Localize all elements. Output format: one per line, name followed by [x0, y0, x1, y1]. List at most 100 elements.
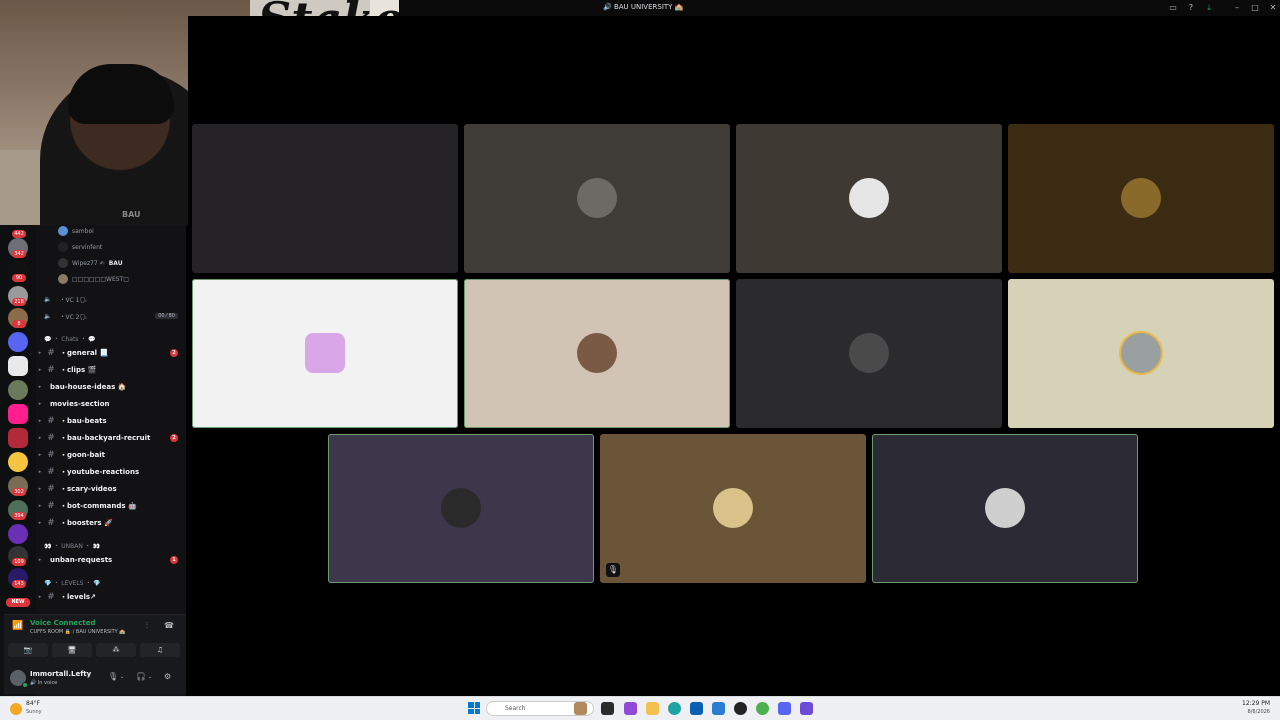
voice-channel[interactable]: 🔈 ・VC 2🗣 00 ⁄ 80 — [44, 310, 184, 322]
hash-icon: # — [47, 365, 55, 375]
chevron-right-icon: ▸ — [38, 452, 42, 458]
participant-tile[interactable] — [328, 434, 594, 583]
hash-icon: # — [47, 450, 55, 460]
clock-date[interactable]: 8/6/2026 — [1248, 709, 1270, 715]
discord-icon[interactable] — [778, 702, 791, 715]
microphone-icon[interactable]: 🎙 — [108, 672, 118, 681]
server-icon[interactable] — [8, 404, 28, 424]
chevron-down-icon[interactable]: ⌄ — [148, 674, 152, 680]
participant-tile[interactable] — [1008, 279, 1274, 428]
channel-label: ・youtube-reactions — [60, 468, 140, 476]
activities-button[interactable]: ⁂ — [96, 643, 136, 657]
start-button[interactable] — [468, 702, 480, 714]
voice-status[interactable]: Voice Connected — [30, 619, 96, 627]
participant-tile[interactable]: 🎙 — [600, 434, 866, 583]
channel-label: ・clips 🎬 — [60, 366, 97, 374]
voice-user[interactable]: servinfent — [58, 241, 102, 253]
mention-badge: 302 — [12, 488, 26, 496]
channel-general[interactable]: ▸ # ・general 📃 2 — [36, 346, 186, 360]
participant-tile[interactable] — [736, 279, 1002, 428]
category-levels[interactable]: 💎 ・ LEVELS ・ 💎 — [44, 578, 101, 588]
avatar — [441, 488, 481, 528]
voice-channel-name: ・VC 2🗣 — [59, 313, 88, 321]
chevron-down-icon[interactable]: ⌄ — [120, 674, 124, 680]
channel-bau-beats[interactable]: ▸ # ・bau-beats — [36, 414, 186, 428]
channel-youtube-reactions[interactable]: ▸ # ・youtube-reactions — [36, 465, 186, 479]
channel-unban-requests[interactable]: ▸ unban-requests 1 — [36, 553, 186, 567]
channel-goon-bait[interactable]: ▸ # ・goon-bait — [36, 448, 186, 462]
server-icon[interactable] — [8, 380, 28, 400]
edge-icon[interactable] — [668, 702, 681, 715]
download-icon[interactable]: ⤓ — [1204, 3, 1214, 13]
chevron-right-icon: ▸ — [38, 384, 42, 390]
hash-icon: # — [47, 518, 55, 528]
channel-bot-commands[interactable]: ▸ # ・bot-commands 🤖 — [36, 499, 186, 513]
voice-user-name: □□□□□□WEST□ — [72, 275, 129, 283]
clock-time[interactable]: 12:29 PM — [1242, 700, 1270, 707]
weather-temperature[interactable]: 84°F — [26, 700, 40, 707]
server-icon[interactable] — [8, 356, 28, 376]
soundboard-button[interactable]: ♫ — [140, 643, 180, 657]
inbox-icon[interactable]: ▭ — [1168, 3, 1178, 13]
participant-tile[interactable] — [192, 124, 458, 273]
participant-tile[interactable] — [736, 124, 1002, 273]
user-avatar — [58, 226, 68, 236]
weather-condition[interactable]: Sunny — [26, 709, 42, 715]
participant-tile[interactable] — [464, 279, 730, 428]
headphones-icon[interactable]: 🎧 — [136, 672, 146, 681]
channel-label: movies-section — [50, 400, 110, 408]
widget-icon[interactable] — [574, 702, 587, 715]
maximize-icon[interactable]: □ — [1250, 3, 1260, 13]
screen-share-button[interactable]: 🖥 — [52, 643, 92, 657]
disconnect-icon[interactable]: ☎ — [164, 621, 174, 630]
help-icon[interactable]: ? — [1186, 3, 1196, 13]
close-icon[interactable]: ✕ — [1268, 3, 1278, 13]
chevron-right-icon: ▸ — [38, 469, 42, 475]
channel-scary-videos[interactable]: ▸ # ・scary-videos — [36, 482, 186, 496]
channel-bau-house-ideas[interactable]: ▸ bau-house-ideas 🏠 — [36, 380, 186, 394]
participant-tile[interactable] — [192, 279, 458, 428]
voice-channel-path[interactable]: CUFFS ROOM 🔒 / BAU UNIVERSITY 🏫 — [30, 629, 126, 635]
server-icon[interactable] — [8, 452, 28, 472]
username[interactable]: Immortall.Lefty — [30, 670, 91, 678]
voice-user[interactable]: □□□□□□WEST□ — [58, 273, 129, 285]
signal-icon[interactable]: 📶 — [12, 621, 23, 631]
chrome-icon[interactable] — [756, 702, 769, 715]
channel-levels[interactable]: ▸ # ・levels↗ — [36, 590, 186, 604]
mention-badge: 143 — [12, 580, 26, 588]
hash-icon: # — [47, 501, 55, 511]
file-explorer-icon[interactable] — [646, 702, 659, 715]
voice-channel[interactable]: 🔈 ・VC 1🗣 — [44, 293, 184, 305]
gear-icon[interactable]: ⚙ — [164, 672, 171, 681]
server-icon[interactable] — [8, 428, 28, 448]
channel-bau-backyard-recruit[interactable]: ▸ # ・bau-backyard-recruit 2 — [36, 431, 186, 445]
hash-icon: # — [47, 592, 55, 602]
new-badge[interactable]: NEW — [6, 598, 30, 607]
voice-user[interactable]: Wipez77 ✍ BAU — [58, 257, 123, 269]
task-view-icon[interactable] — [601, 702, 614, 715]
copilot-icon[interactable] — [624, 702, 637, 715]
user-tag: BAU — [108, 259, 123, 267]
user-status-text: 🔊 In voice — [30, 680, 58, 686]
noise-suppression-icon[interactable]: ⫶ — [146, 621, 148, 631]
server-icon[interactable] — [8, 524, 28, 544]
channel-clips[interactable]: ▸ # ・clips 🎬 — [36, 363, 186, 377]
app-icon[interactable] — [800, 702, 813, 715]
sun-icon[interactable] — [10, 703, 22, 715]
mail-icon[interactable] — [712, 702, 725, 715]
category-unban[interactable]: 👀 ・ UNBAN ・ 👀 — [44, 541, 100, 551]
channel-boosters[interactable]: ▸ # ・boosters 🚀 — [36, 516, 186, 530]
server-icon[interactable] — [8, 332, 28, 352]
minimize-icon[interactable]: – — [1232, 3, 1242, 13]
channel-label: ・bot-commands 🤖 — [60, 502, 137, 510]
store-icon[interactable] — [690, 702, 703, 715]
category-chats[interactable]: 💬 ・ Chats ・ 💬 — [44, 334, 96, 344]
app-icon[interactable] — [734, 702, 747, 715]
avatar — [713, 488, 753, 528]
participant-tile[interactable] — [464, 124, 730, 273]
camera-toggle-button[interactable]: 📷 — [8, 643, 48, 657]
voice-user[interactable]: samboi — [58, 225, 94, 237]
participant-tile[interactable] — [872, 434, 1138, 583]
channel-movies-section[interactable]: ▸ movies-section — [36, 397, 186, 411]
participant-tile[interactable] — [1008, 124, 1274, 273]
